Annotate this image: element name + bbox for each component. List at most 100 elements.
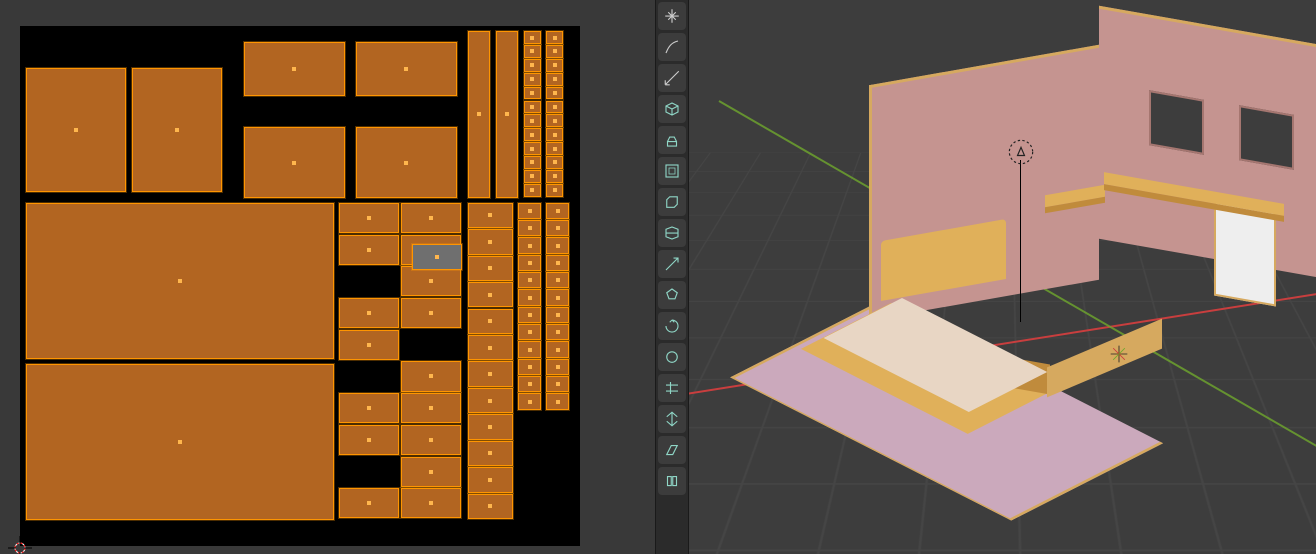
rip-tool-button[interactable]: rip bbox=[658, 467, 686, 495]
annotate-icon bbox=[663, 38, 681, 56]
bevel-tool-button[interactable]: bevel bbox=[658, 188, 686, 216]
edge-slide-tool-button[interactable]: edge-slide bbox=[658, 374, 686, 402]
uv-face-center-icon bbox=[404, 161, 408, 165]
uv-face-center-icon bbox=[488, 266, 492, 270]
edgeslide-icon bbox=[663, 379, 681, 397]
uv-face-center-icon bbox=[429, 279, 433, 283]
uv-face-center-icon bbox=[556, 244, 560, 248]
transform-icon bbox=[663, 7, 681, 25]
camera-icon bbox=[1007, 138, 1035, 166]
uv-face-center-icon bbox=[556, 313, 560, 317]
measure-icon bbox=[663, 69, 681, 87]
mesh-toolbar: transform annotate measure add-cube extrude i… bbox=[655, 0, 689, 554]
uv-face-center-icon bbox=[553, 63, 557, 67]
object-origin-icon bbox=[1109, 344, 1129, 364]
uv-face-center-icon bbox=[528, 313, 532, 317]
uv-face-center-icon bbox=[556, 400, 560, 404]
extrude-icon bbox=[663, 131, 681, 149]
uv-face-center-icon bbox=[530, 188, 534, 192]
uv-face-center-icon bbox=[553, 160, 557, 164]
poly-build-tool-button[interactable]: poly-build bbox=[658, 281, 686, 309]
uv-face-center-icon bbox=[553, 174, 557, 178]
window-1 bbox=[1149, 90, 1204, 155]
camera-indicator-line bbox=[1020, 160, 1021, 322]
uv-face-center-icon bbox=[530, 105, 534, 109]
shear-tool-button[interactable]: shear bbox=[658, 436, 686, 464]
rip-icon bbox=[663, 472, 681, 490]
uv-face-center-icon bbox=[488, 399, 492, 403]
uv-face-center-icon bbox=[505, 112, 509, 116]
bed-frame-side-r bbox=[1047, 319, 1162, 398]
uv-face-center-icon bbox=[488, 346, 492, 350]
knife-tool-button[interactable]: knife bbox=[658, 250, 686, 278]
uv-face-center-icon bbox=[429, 501, 433, 505]
uv-face-center-icon bbox=[367, 501, 371, 505]
uv-canvas[interactable] bbox=[20, 26, 580, 546]
uv-face-center-icon bbox=[477, 112, 481, 116]
uv-face-center-icon bbox=[528, 209, 532, 213]
uv-face-center-icon bbox=[556, 261, 560, 265]
bevel-icon bbox=[663, 193, 681, 211]
annotate-tool-button[interactable]: annotate bbox=[658, 33, 686, 61]
uv-face-center-icon bbox=[530, 119, 534, 123]
uv-face-center-icon bbox=[429, 438, 433, 442]
inset-tool-button[interactable]: inset bbox=[658, 157, 686, 185]
uv-face-center-icon bbox=[367, 438, 371, 442]
uv-face-center-icon bbox=[553, 36, 557, 40]
uv-face-center-icon bbox=[488, 425, 492, 429]
uv-face-center-icon bbox=[404, 67, 408, 71]
spin-icon bbox=[663, 317, 681, 335]
uv-face-center-icon bbox=[556, 209, 560, 213]
uv-face-center-icon bbox=[488, 293, 492, 297]
polybuild-icon bbox=[663, 286, 681, 304]
add-cube-tool-button[interactable]: add-cube bbox=[658, 95, 686, 123]
extrude-tool-button[interactable]: extrude bbox=[658, 126, 686, 154]
uv-face-center-icon bbox=[488, 213, 492, 217]
uv-face-center-icon bbox=[530, 36, 534, 40]
viewport-3d[interactable] bbox=[689, 0, 1316, 554]
uv-face-center-icon bbox=[528, 278, 532, 282]
uv-face-center-icon bbox=[556, 365, 560, 369]
uv-face-center-icon bbox=[556, 348, 560, 352]
uv-face-center-icon bbox=[553, 119, 557, 123]
measure-tool-button[interactable]: measure bbox=[658, 64, 686, 92]
uv-face-center-icon bbox=[553, 49, 557, 53]
uv-face-center-icon bbox=[553, 91, 557, 95]
window-2 bbox=[1239, 105, 1294, 170]
uv-face-center-icon bbox=[528, 261, 532, 265]
uv-face-center-icon bbox=[367, 248, 371, 252]
uv-face-center-icon bbox=[435, 255, 439, 259]
uv-face-center-icon bbox=[528, 296, 532, 300]
shrink-tool-button[interactable]: shrink bbox=[658, 405, 686, 433]
uv-editor-panel[interactable] bbox=[0, 0, 655, 554]
uv-face-center-icon bbox=[488, 504, 492, 508]
knife-icon bbox=[663, 255, 681, 273]
uv-face-center-icon bbox=[429, 470, 433, 474]
uv-face-center-icon bbox=[528, 244, 532, 248]
uv-face-center-icon bbox=[488, 240, 492, 244]
smooth-tool-button[interactable]: smooth bbox=[658, 343, 686, 371]
uv-face-center-icon bbox=[175, 128, 179, 132]
uv-face-center-icon bbox=[178, 279, 182, 283]
shrink-icon bbox=[663, 410, 681, 428]
uv-face-center-icon bbox=[553, 77, 557, 81]
loop-cut-tool-button[interactable]: loop-cut bbox=[658, 219, 686, 247]
uv-face-center-icon bbox=[530, 63, 534, 67]
uv-face-center-icon bbox=[528, 382, 532, 386]
uv-face-center-icon bbox=[367, 216, 371, 220]
uv-face-center-icon bbox=[528, 365, 532, 369]
uv-face-center-icon bbox=[530, 147, 534, 151]
uv-face-center-icon bbox=[530, 174, 534, 178]
uv-face-center-icon bbox=[429, 311, 433, 315]
spin-tool-button[interactable]: spin bbox=[658, 312, 686, 340]
transform-tool-button[interactable]: transform bbox=[658, 2, 686, 30]
inset-icon bbox=[663, 162, 681, 180]
loopcut-icon bbox=[663, 224, 681, 242]
uv-face-center-icon bbox=[553, 133, 557, 137]
uv-face-center-icon bbox=[556, 296, 560, 300]
uv-face-center-icon bbox=[292, 161, 296, 165]
uv-face-center-icon bbox=[429, 374, 433, 378]
uv-face-center-icon bbox=[556, 278, 560, 282]
uv-face-center-icon bbox=[178, 440, 182, 444]
uv-face-center-icon bbox=[528, 400, 532, 404]
